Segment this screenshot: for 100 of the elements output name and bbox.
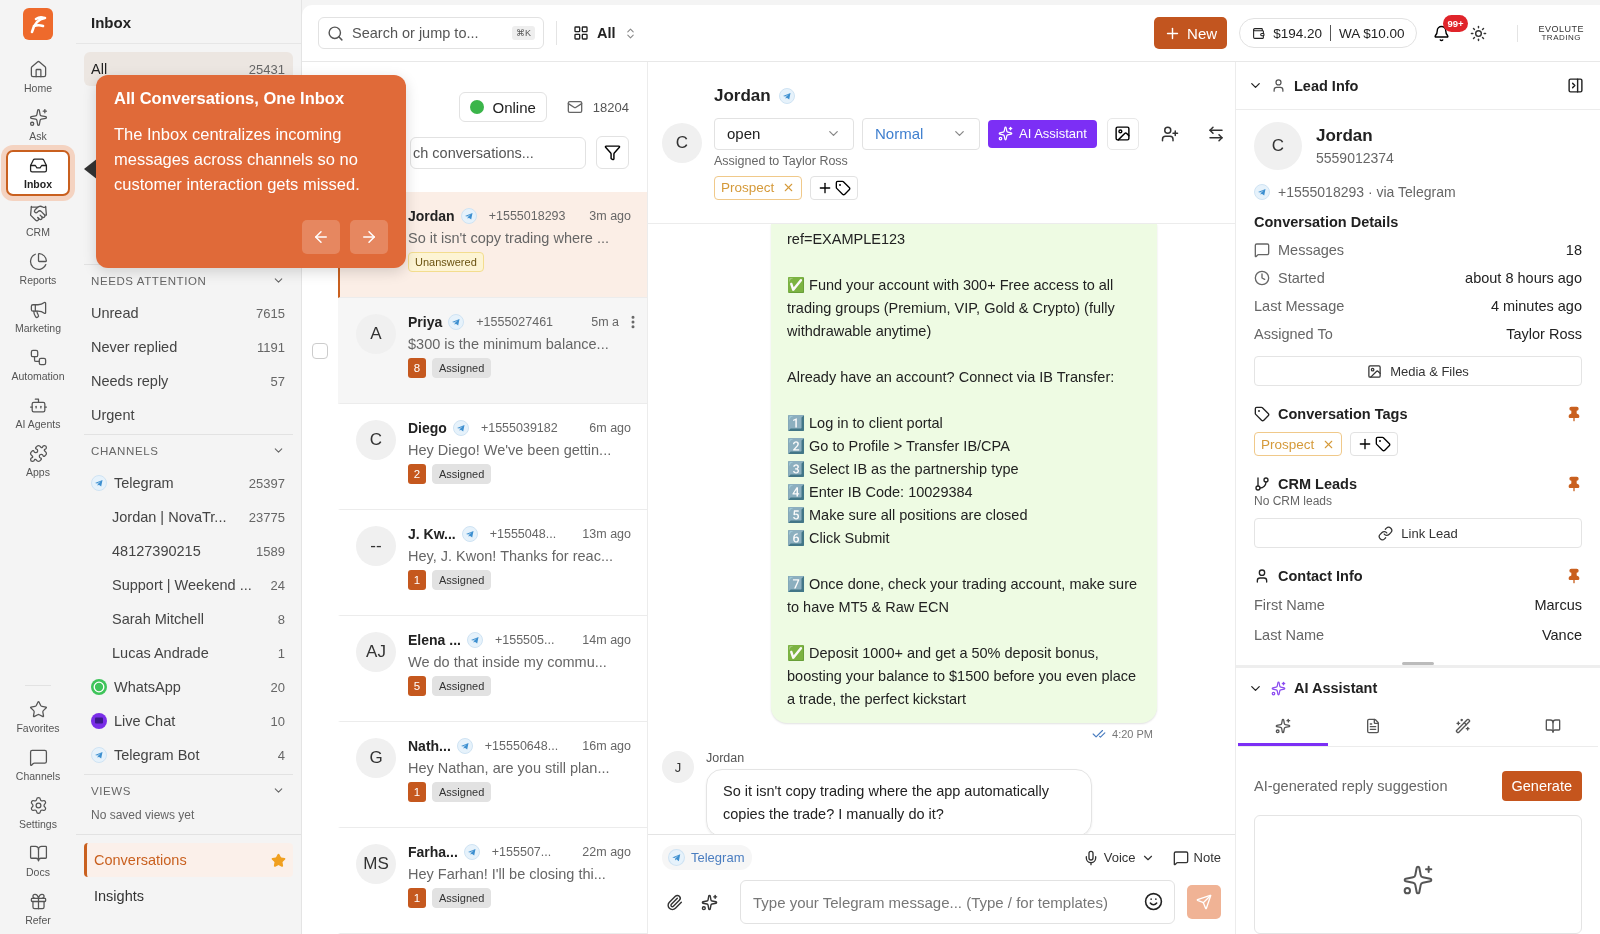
sidebar-item[interactable]: Urgent [84, 398, 293, 432]
search-field[interactable]: Search or jump to... ⌘K [318, 17, 544, 49]
status-tag: Assigned [432, 676, 492, 696]
message-field[interactable]: Type your Telegram message... (Type / for templates) [740, 880, 1175, 924]
sidebar-item[interactable]: Needs reply 57 [84, 364, 293, 398]
item-count: 1191 [257, 339, 285, 355]
priority-select[interactable]: Normal [862, 117, 980, 150]
note-button[interactable]: Note [1172, 849, 1221, 866]
link-lead-button[interactable]: Link Lead [1254, 518, 1582, 548]
tag-icon [1254, 406, 1270, 422]
conversation-search-field[interactable]: ch conversations... [410, 136, 586, 169]
notification-badge: 99+ [1443, 14, 1468, 32]
status-tag: Unanswered [408, 252, 484, 272]
sidebar-item[interactable]: Never replied 1191 [84, 330, 293, 364]
nav-item[interactable]: CRM [6, 198, 70, 244]
nav-item[interactable]: Ask [6, 102, 70, 148]
nav-item[interactable]: Marketing [6, 294, 70, 340]
nav-item[interactable]: Automation [6, 342, 70, 388]
sidebar-item[interactable]: Lucas Andrade 1 [84, 636, 293, 670]
add-tag-button[interactable] [810, 175, 859, 200]
sidebar-item[interactable]: Jordan | NovaTr... 23775 [84, 500, 293, 534]
item-count: 10 [270, 713, 285, 729]
generate-button[interactable]: Generate [1501, 771, 1582, 801]
new-button[interactable]: New [1154, 17, 1228, 49]
sidebar-item[interactable]: Insights [84, 879, 293, 913]
nav-item[interactable]: Favorites [6, 694, 70, 740]
sidebar-item[interactable]: Telegram 25397 [84, 466, 293, 500]
status-tag: Assigned [432, 358, 492, 378]
gift-icon [28, 892, 48, 911]
sidebar-item[interactable]: Unread 7615 [84, 296, 293, 330]
phone-number: +1555018293 [488, 209, 567, 223]
item-label: Never replied [91, 339, 179, 355]
nav-item[interactable]: Apps [6, 438, 70, 484]
message-time: 4:20 PM [1112, 728, 1153, 740]
sidebar-item[interactable]: WhatsApp 20 [84, 670, 293, 704]
sidebar-item[interactable]: Support | Weekend ... 24 [84, 568, 293, 602]
brand-logo-text: EVOLUTE [1538, 24, 1584, 34]
conversation-item[interactable]: G Nath... +15550648... 16m ago Hey Nathan, are you still plan... 1 Assigned [338, 722, 647, 828]
status-select[interactable]: open [714, 117, 854, 150]
row-checkbox[interactable] [312, 343, 328, 359]
sidebar-item[interactable]: 48127390215 1589 [84, 534, 293, 568]
sidebar-item[interactable]: Live Chat 10 [84, 704, 293, 738]
media-button[interactable] [1106, 117, 1139, 150]
sidebar-item[interactable]: Telegram Bot 4 [84, 738, 293, 772]
section-heading: CHANNELS [91, 444, 159, 457]
nav-item[interactable]: Docs [6, 838, 70, 884]
media-files-button[interactable]: Media & Files [1254, 356, 1582, 386]
conversation-item[interactable]: AJ Elena ... +155505... 14m ago We do that inside my commu... 5 Assigned [338, 616, 647, 722]
message-preview: Hey Diego! We've been gettin... [408, 442, 613, 458]
nav-item[interactable]: AI Agents [6, 390, 70, 436]
live-chat-icon [91, 713, 107, 729]
sparkle-icon [1271, 680, 1286, 696]
section-title: CRM Leads [1278, 476, 1358, 492]
conversation-item[interactable]: -- J. Kw... +1555048... 13m ago Hey, J. Kwon! Thanks for reac... 1 Assigned [338, 510, 647, 616]
time-ago: 16m ago [582, 739, 631, 753]
unread-count: 1 [408, 782, 426, 802]
message-preview: Hey Nathan, are you still plan... [408, 760, 611, 776]
detail-value: about 8 hours ago [1465, 270, 1582, 286]
field-value: Vance [1541, 627, 1582, 643]
item-label: Needs reply [91, 373, 170, 389]
panel-title: Lead Info [1294, 77, 1360, 94]
sidebar-item[interactable]: Sarah Mitchell 8 [84, 602, 293, 636]
item-count: 25397 [248, 475, 285, 491]
nav-item[interactable]: Refer [6, 886, 70, 932]
contact-name: Priya [408, 314, 443, 330]
ai-assistant-button[interactable]: AI Assistant [988, 119, 1097, 148]
telegram-icon [463, 844, 480, 860]
contact-line: +1555018293 · via Telegram [1278, 184, 1456, 200]
nav-item[interactable]: Channels [6, 742, 70, 788]
nav-item[interactable]: Home [6, 54, 70, 100]
contact-name: Nath... [408, 738, 451, 754]
field-label: First Name [1254, 597, 1325, 613]
sparkle-icon [998, 126, 1013, 141]
sender-name: Jordan [706, 751, 746, 765]
nav-item[interactable]: Reports [6, 246, 70, 292]
section-title: Conversation Tags [1278, 406, 1409, 422]
robot-icon [28, 396, 48, 415]
status-tag: Assigned [432, 570, 492, 590]
detail-value: Taylor Ross [1506, 326, 1582, 342]
settings-icon [28, 796, 48, 815]
telegram-icon [91, 475, 107, 491]
filter-button[interactable] [596, 136, 629, 169]
voice-button[interactable]: Voice [1082, 849, 1155, 866]
conversation-item[interactable]: A Priya +1555027461 5m a $300 is the minimum balance... 8 Assigned [338, 298, 647, 404]
contact-name: Farha... [408, 844, 458, 860]
nav-item[interactable]: Settings [6, 790, 70, 836]
item-count: 25431 [248, 61, 285, 77]
channel-chip[interactable]: Telegram [662, 845, 753, 870]
empty-note: No CRM leads [1254, 494, 1334, 508]
conversation-item[interactable]: C Diego +1555039182 6m ago Hey Diego! We've been gettin... 2 Assigned [338, 404, 647, 510]
sidebar-item[interactable]: Conversations [84, 843, 293, 877]
status-selector[interactable]: Online [459, 92, 547, 122]
telegram-icon [668, 849, 685, 866]
scope-selector[interactable]: All [569, 25, 641, 41]
add-tag-button[interactable] [1350, 432, 1399, 456]
detail-label: Assigned To [1254, 326, 1333, 342]
arrow-right-icon [360, 228, 378, 246]
conversation-item[interactable]: MS Farha... +155507... 22m ago Hey Farhan! I'll be closing thi... 1 Assigned [338, 828, 647, 934]
inbox-icon [28, 156, 48, 175]
time-ago: 14m ago [582, 633, 631, 647]
